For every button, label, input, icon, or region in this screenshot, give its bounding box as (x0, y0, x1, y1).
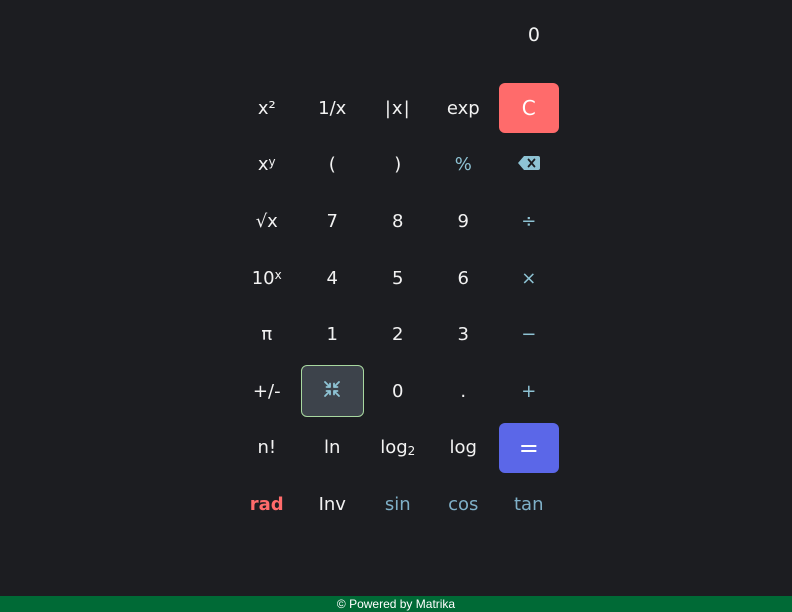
clear-button[interactable]: C (496, 80, 562, 137)
multiply-button[interactable]: × (496, 250, 562, 307)
ln-button[interactable]: ln (300, 420, 366, 477)
inverse-button[interactable]: Inv (300, 476, 366, 533)
divide-button[interactable]: ÷ (496, 193, 562, 250)
rad-toggle-button[interactable]: rad (234, 476, 300, 533)
square-button[interactable]: x² (234, 80, 300, 137)
ten-power-button[interactable]: 10 x (234, 250, 300, 307)
digit-7-button[interactable]: 7 (300, 193, 366, 250)
backspace-icon (517, 154, 540, 175)
percent-button[interactable]: % (431, 137, 497, 194)
collapse-button[interactable] (300, 363, 366, 420)
pi-button[interactable]: π (234, 306, 300, 363)
digit-1-button[interactable]: 1 (300, 306, 366, 363)
equals-button[interactable]: = (496, 420, 562, 477)
digit-5-button[interactable]: 5 (365, 250, 431, 307)
display-value: 0 (527, 24, 540, 46)
calculator-display: 0 (234, 18, 558, 52)
footer-bar: © Powered by Matrika (0, 596, 792, 612)
keypad: x² 1/x |x| exp C xy ( ) % √x 7 8 9 ÷ 10 … (234, 80, 562, 533)
minus-button[interactable]: − (496, 306, 562, 363)
log2-button[interactable]: log 2 (365, 420, 431, 477)
digit-8-button[interactable]: 8 (365, 193, 431, 250)
plus-button[interactable]: + (496, 363, 562, 420)
reciprocal-button[interactable]: 1/x (300, 80, 366, 137)
power-button[interactable]: xy (234, 137, 300, 194)
backspace-button[interactable] (496, 137, 562, 194)
sqrt-button[interactable]: √x (234, 193, 300, 250)
abs-button[interactable]: |x| (365, 80, 431, 137)
sin-button[interactable]: sin (365, 476, 431, 533)
digit-4-button[interactable]: 4 (300, 250, 366, 307)
calculator-app: 0 x² 1/x |x| exp C xy ( ) % √x 7 8 9 ÷ 1… (0, 0, 792, 612)
digit-6-button[interactable]: 6 (431, 250, 497, 307)
digit-3-button[interactable]: 3 (431, 306, 497, 363)
cos-button[interactable]: cos (431, 476, 497, 533)
tan-button[interactable]: tan (496, 476, 562, 533)
footer-text: © Powered by Matrika (336, 597, 456, 611)
digit-9-button[interactable]: 9 (431, 193, 497, 250)
factorial-button[interactable]: n! (234, 420, 300, 477)
negate-button[interactable]: +/- (234, 363, 300, 420)
decimal-button[interactable]: . (431, 363, 497, 420)
close-paren-button[interactable]: ) (365, 137, 431, 194)
collapse-icon (323, 380, 341, 403)
open-paren-button[interactable]: ( (300, 137, 366, 194)
digit-0-button[interactable]: 0 (365, 363, 431, 420)
digit-2-button[interactable]: 2 (365, 306, 431, 363)
log-button[interactable]: log (431, 420, 497, 477)
exp-button[interactable]: exp (431, 80, 497, 137)
